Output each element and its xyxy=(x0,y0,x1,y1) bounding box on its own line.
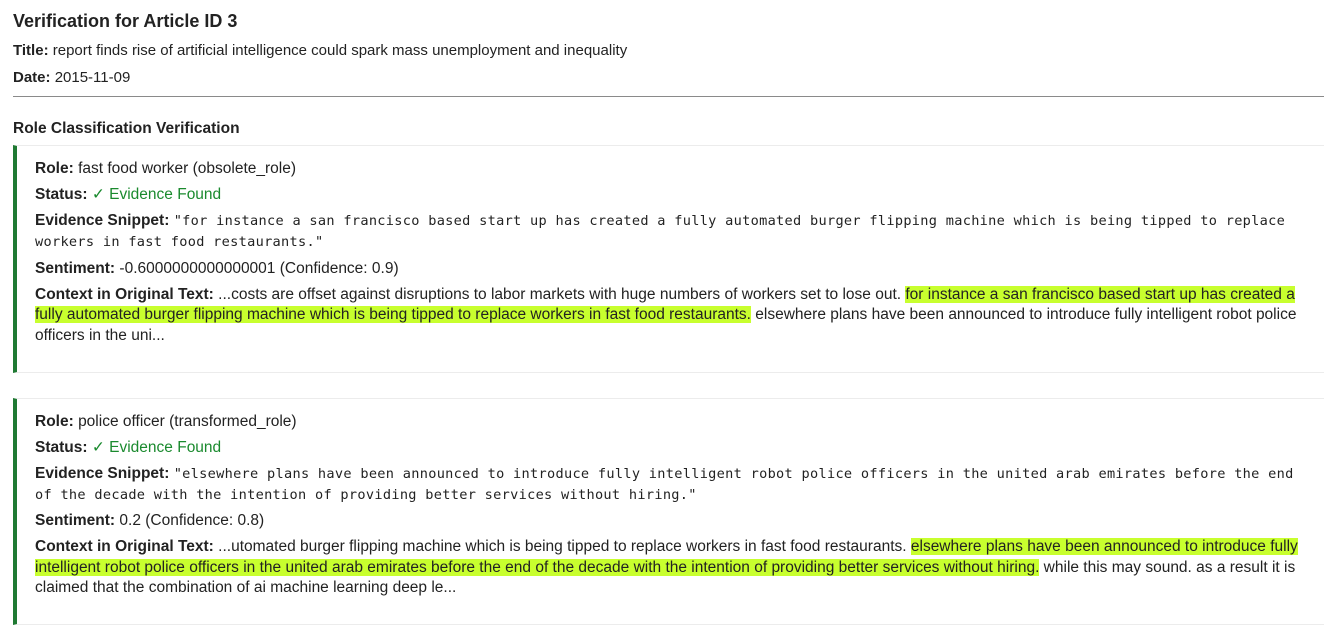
status-label: Status: xyxy=(35,438,88,456)
role-value: fast food worker (obsolete_role) xyxy=(78,160,297,177)
article-title-label: Title: xyxy=(13,42,49,59)
status-field: Status: ✓ Evidence Found xyxy=(35,438,1302,459)
status-field: Status: ✓ Evidence Found xyxy=(35,185,1302,206)
verification-card: Role: fast food worker (obsolete_role) S… xyxy=(13,145,1324,373)
context-before: ...costs are offset against disruptions … xyxy=(218,285,906,303)
sentiment-field: Sentiment: 0.2 (Confidence: 0.8) xyxy=(35,511,1302,532)
status-label: Status: xyxy=(35,186,88,203)
verification-page: Verification for Article ID 3 Title: rep… xyxy=(0,0,1324,625)
context-label: Context in Original Text: xyxy=(35,285,214,303)
snippet-value: "for instance a san francisco based star… xyxy=(35,213,1286,250)
context-before: ...utomated burger flipping machine whic… xyxy=(218,538,911,555)
sentiment-value: -0.6000000000000001 (Confidence: 0.9) xyxy=(119,259,399,277)
status-badge: ✓ Evidence Found xyxy=(91,186,222,203)
snippet-label: Evidence Snippet: xyxy=(35,212,170,229)
article-title-value: report finds rise of artificial intellig… xyxy=(52,42,628,59)
snippet-field: Evidence Snippet: "elsewhere plans have … xyxy=(35,464,1302,506)
article-date-value: 2015-11-09 xyxy=(54,69,131,86)
article-date-line: Date: 2015-11-09 xyxy=(13,68,1324,88)
sentiment-label: Sentiment: xyxy=(35,512,116,529)
verification-card: Role: police officer (transformed_role) … xyxy=(13,397,1324,625)
status-badge: ✓ Evidence Found xyxy=(91,438,222,456)
snippet-field: Evidence Snippet: "for instance a san fr… xyxy=(35,211,1302,253)
context-label: Context in Original Text: xyxy=(35,538,214,555)
header-divider xyxy=(13,96,1324,97)
article-title-line: Title: report finds rise of artificial i… xyxy=(13,41,1324,61)
role-value: police officer (transformed_role) xyxy=(78,412,297,430)
sentiment-field: Sentiment: -0.6000000000000001 (Confiden… xyxy=(35,259,1302,280)
role-field: Role: fast food worker (obsolete_role) xyxy=(35,159,1302,180)
page-title: Verification for Article ID 3 xyxy=(13,11,238,31)
article-date-label: Date: xyxy=(13,69,51,86)
context-field: Context in Original Text: ...costs are o… xyxy=(35,285,1302,347)
snippet-label: Evidence Snippet: xyxy=(35,464,170,482)
sentiment-value: 0.2 (Confidence: 0.8) xyxy=(119,512,265,529)
section-heading: Role Classification Verification xyxy=(13,120,240,137)
role-field: Role: police officer (transformed_role) xyxy=(35,412,1302,433)
snippet-value: "elsewhere plans have been announced to … xyxy=(35,465,1294,503)
context-field: Context in Original Text: ...utomated bu… xyxy=(35,537,1302,599)
sentiment-label: Sentiment: xyxy=(35,259,116,277)
role-label: Role: xyxy=(35,412,74,430)
role-label: Role: xyxy=(35,160,74,177)
